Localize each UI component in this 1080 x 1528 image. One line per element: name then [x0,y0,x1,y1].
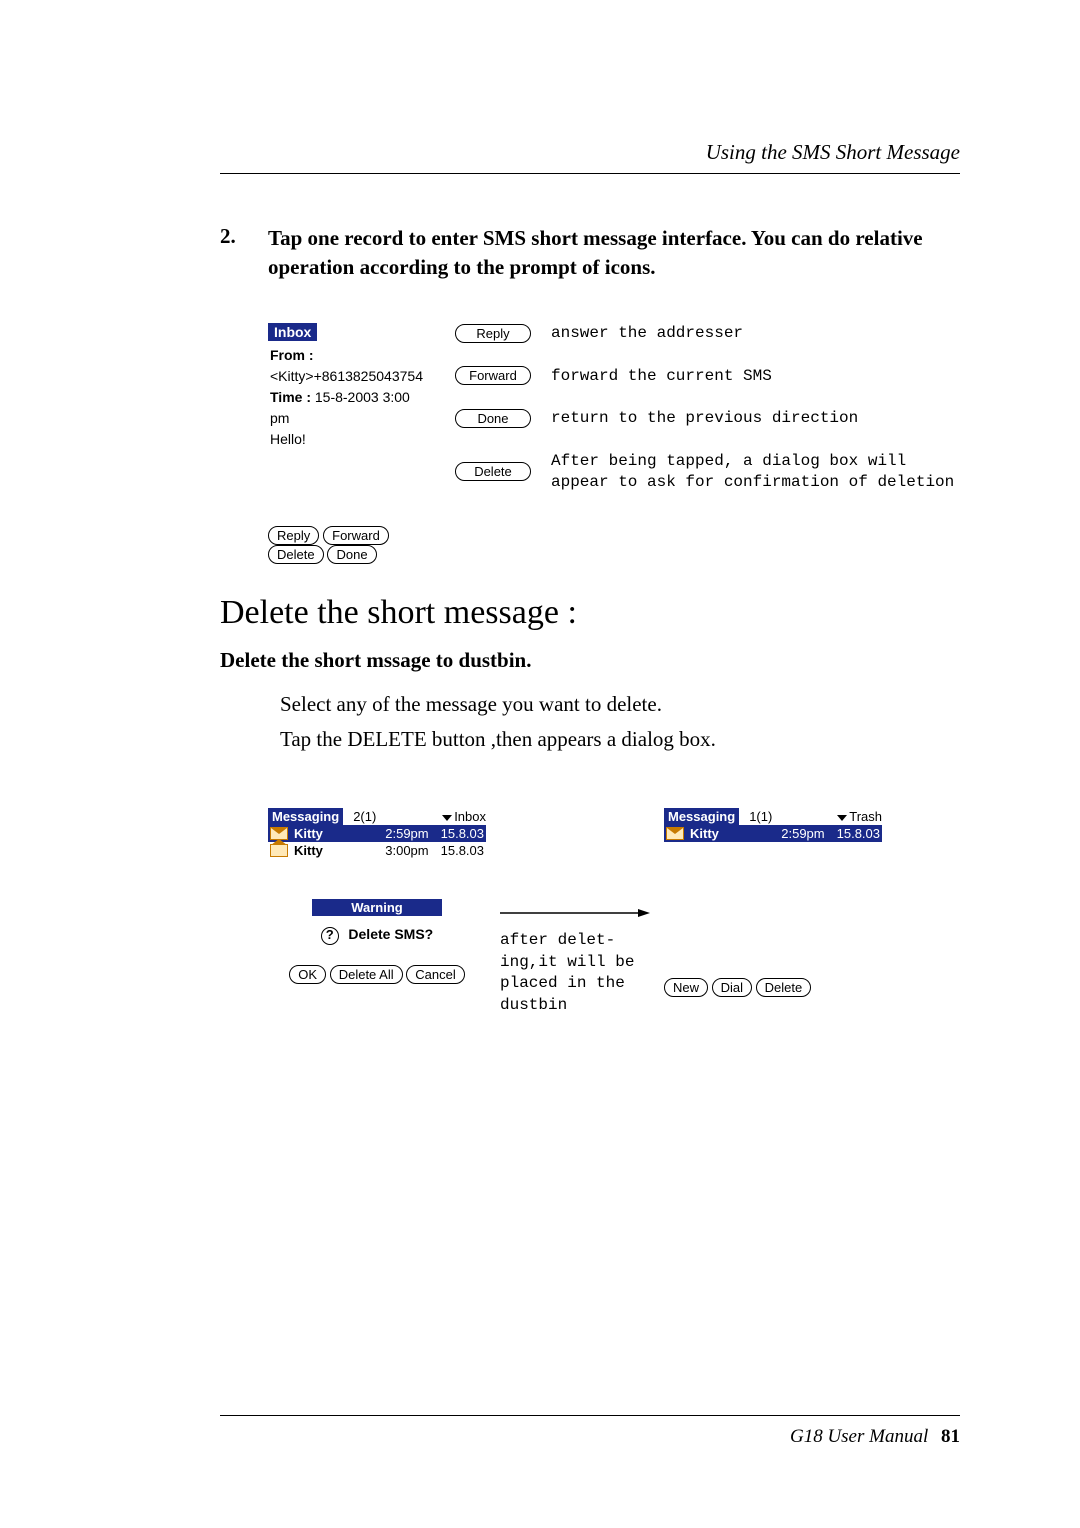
legend-delete-text: After being tapped, a dialog box will ap… [551,451,960,493]
message-row[interactable]: Kitty 3:00pm 15.8.03 [268,842,486,859]
messaging-chip: Messaging [664,808,739,825]
page-number: 81 [941,1426,960,1447]
body-line-1: Select any of the message you want to de… [280,687,960,723]
inbox-count: 2(1) [353,809,376,824]
warning-dialog: Warning ? Delete SMS? OK Delete All Canc… [268,899,486,984]
sender-name: Kitty [294,843,323,858]
section-title: Delete the short message : [220,594,960,632]
message-date: 15.8.03 [837,826,880,841]
ok-button[interactable]: OK [289,965,326,984]
legend-forward-text: forward the current SMS [551,366,960,387]
legend-reply-button: Reply [455,324,531,343]
dial-button[interactable]: Dial [712,978,752,997]
done-button[interactable]: Done [327,545,376,564]
envelope-closed-icon [666,827,684,840]
arrow-right-icon [500,908,650,918]
cancel-button[interactable]: Cancel [406,965,464,984]
folder-selector[interactable]: Trash [837,809,882,824]
section-subtitle: Delete the short mssage to dustbin. [220,648,960,673]
from-label: From : [270,347,314,363]
forward-button[interactable]: Forward [323,526,389,545]
step-number: 2. [220,224,268,283]
page-footer: G18 User Manual 81 [220,1415,960,1448]
inbox-screenshot: Inbox From : <Kitty>+8613825043754 Time … [268,323,425,564]
question-icon: ? [321,927,339,945]
delete-all-button[interactable]: Delete All [330,965,403,984]
message-date: 15.8.03 [441,843,484,858]
reply-button[interactable]: Reply [268,526,319,545]
chevron-down-icon [442,815,452,821]
arrow-caption: after delet-ing,it will be placed in the… [500,930,650,1016]
new-button[interactable]: New [664,978,708,997]
warning-question: Delete SMS? [348,926,433,942]
time-label: Time : [270,389,311,405]
inbox-title: Inbox [268,323,317,341]
sender-name: Kitty [294,826,323,841]
folder-selector[interactable]: Inbox [442,809,486,824]
messaging-trash-screenshot: Messaging 1(1) Trash Kitty 2:59pm 15.8.0… [664,808,882,997]
page-header: Using the SMS Short Message [220,140,960,173]
messaging-chip: Messaging [268,808,343,825]
message-time: 2:59pm [781,826,824,841]
legend-done-text: return to the previous direction [551,408,960,429]
envelope-open-icon [270,844,288,857]
legend-forward-button: Forward [455,366,531,385]
chevron-down-icon [837,815,847,821]
from-value: <Kitty>+8613825043754 [270,368,423,384]
body-line-2: Tap the DELETE button ,then appears a di… [280,722,960,758]
manual-name: G18 User Manual [790,1426,928,1447]
legend-delete-button: Delete [455,462,531,481]
message-row[interactable]: Kitty 2:59pm 15.8.03 [664,825,882,842]
legend-reply-text: answer the addresser [551,323,960,344]
step-text: Tap one record to enter SMS short messag… [268,224,960,283]
delete-button[interactable]: Delete [268,545,324,564]
message-row[interactable]: Kitty 2:59pm 15.8.03 [268,825,486,842]
message-body: Hello! [270,429,423,450]
trash-count: 1(1) [749,809,772,824]
sender-name: Kitty [690,826,719,841]
legend-done-button: Done [455,409,531,428]
messaging-inbox-screenshot: Messaging 2(1) Inbox Kitty 2:59pm 15.8.0… [268,808,486,984]
warning-title: Warning [312,899,442,916]
message-time: 2:59pm [385,826,428,841]
message-time: 3:00pm [385,843,428,858]
message-date: 15.8.03 [441,826,484,841]
delete-button[interactable]: Delete [756,978,812,997]
